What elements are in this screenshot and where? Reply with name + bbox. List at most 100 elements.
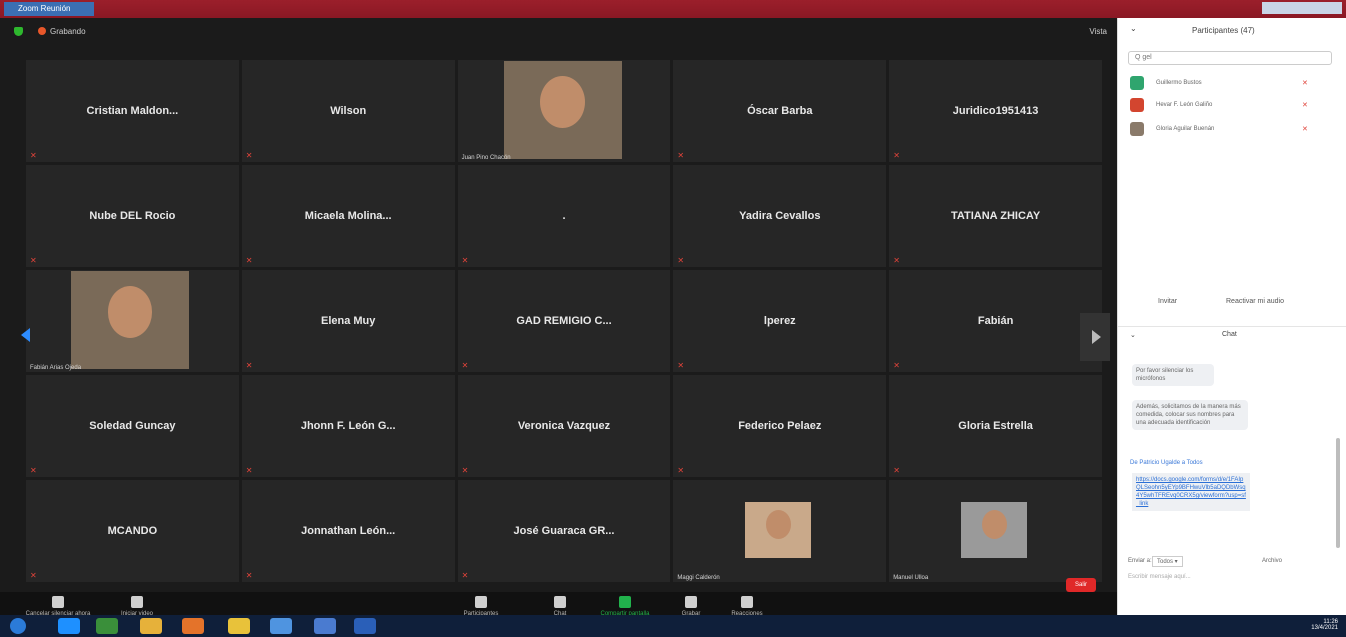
muted-mic-icon: ✕ [677,256,685,265]
participant-tile[interactable]: Jonnathan León... ✕ [241,480,455,582]
participant-tile[interactable]: Veronica Vazquez ✕ [457,375,671,477]
leave-meeting-button[interactable]: Salir [1066,578,1096,592]
mute-button[interactable]: Cancelar silenciar ahora [12,596,104,617]
participant-tile[interactable]: Micaela Molina... ✕ [241,165,455,267]
muted-mic-icon: ✕ [30,571,37,580]
participant-tile[interactable]: . ✕ [457,165,671,267]
participant-row[interactable]: Guillermo Bustos ✕ [1130,76,1330,92]
participant-tile[interactable]: MCANDO ✕ [26,480,239,582]
record-icon [685,596,697,608]
firefox-icon[interactable] [182,618,204,634]
participant-tile[interactable]: Manuel Ulloa [889,480,1102,582]
recording-label: Grabando [50,27,86,36]
window-controls[interactable] [1262,2,1342,14]
file-button[interactable]: Archivo [1262,558,1282,564]
edge-browser-icon[interactable] [58,618,80,634]
prev-page-arrow-icon[interactable] [21,328,30,342]
security-shield-icon[interactable] [14,27,23,36]
record-button[interactable]: Grabar [676,596,706,617]
muted-mic-icon: ✕ [30,256,37,265]
participant-name: Veronica Vazquez [517,420,611,432]
participant-name: Federico Pelaez [738,420,822,432]
muted-mic-icon: ✕ [677,466,685,475]
participant-tile[interactable]: TATIANA ZHICAY ✕ [889,165,1102,267]
participant-tile[interactable]: Maggi Calderón [673,480,887,582]
participant-tile[interactable]: Fabián ✕ [889,270,1102,372]
participant-row[interactable]: Hevar F. León Galiño ✕ [1130,98,1330,114]
share-screen-button[interactable]: Compartir pantalla [590,596,660,617]
participant-name: Jonnathan León... [301,525,396,537]
windows-taskbar: 11:26 13/4/2021 [0,615,1346,637]
muted-mic-icon: ✕ [245,256,253,265]
chrome-icon[interactable] [96,618,118,634]
participants-title: Participantes (47) [1192,26,1255,35]
reactions-button[interactable]: Reacciones [722,596,772,617]
system-tray[interactable]: 11:26 13/4/2021 [1311,619,1338,631]
recipient-select[interactable]: Todos ▾ [1152,556,1183,567]
participant-tile[interactable]: Jhonn F. León G... ✕ [241,375,455,477]
side-panel: ⌄ Participantes (47) Q gel Guillermo Bus… [1117,18,1346,615]
view-button[interactable]: Vista [1089,27,1107,36]
meeting-topbar: Grabando Vista [0,18,1117,46]
media-player-icon[interactable] [228,618,250,634]
chat-scrollbar[interactable] [1336,438,1340,548]
participants-header: ⌄ Participantes (47) [1118,24,1346,40]
participant-tile[interactable]: Fabián Arias Ojeda [26,270,239,372]
invite-button[interactable]: Invitar [1158,298,1177,305]
muted-mic-icon: ✕ [1302,102,1308,109]
participant-tile[interactable]: lperez ✕ [673,270,887,372]
chat-sender[interactable]: De Patricio Ugalde a Todos [1130,460,1203,466]
muted-mic-icon: ✕ [1302,80,1308,87]
participant-tile[interactable]: José Guaraca GR... ✕ [457,480,671,582]
participant-video [745,502,812,558]
participant-tile[interactable]: Cristian Maldon... ✕ [26,60,239,162]
participant-tile[interactable]: Yadira Cevallos ✕ [673,165,887,267]
start-button-icon[interactable] [10,618,26,634]
participant-tile[interactable]: GAD REMIGIO C... ✕ [457,270,671,372]
settings-app-icon[interactable] [314,618,336,634]
muted-mic-icon: ✕ [245,151,253,160]
participant-tile[interactable]: Nube DEL Rocio ✕ [26,165,239,267]
file-explorer-icon[interactable] [140,618,162,634]
unmute-me-button[interactable]: Reactivar mi audio [1226,298,1284,305]
muted-mic-icon: ✕ [245,571,253,580]
muted-mic-icon: ✕ [677,361,685,370]
participant-name: Micaela Molina... [304,210,392,222]
chat-message-input[interactable]: Escribir mensaje aquí... [1128,574,1191,580]
participant-name: Óscar Barba [747,105,813,117]
next-page-arrow-icon[interactable] [1092,330,1101,344]
chevron-down-icon[interactable]: ⌄ [1130,24,1137,33]
reactions-icon [741,596,753,608]
participant-tile[interactable]: Federico Pelaez ✕ [673,375,887,477]
participant-name: Yadira Cevallos [739,210,821,222]
window-titlebar: Zoom Reunión [0,0,1346,18]
participant-tile[interactable]: Wilson ✕ [241,60,455,162]
chat-link[interactable]: https://docs.google.com/forms/d/e/1FAIpQ… [1132,473,1250,511]
chat-message: Además, solicitamos de la manera más com… [1132,400,1248,430]
participant-tile[interactable]: Juridico1951413 ✕ [889,60,1102,162]
participant-tile[interactable]: Juan Pino Chacón [457,60,671,162]
participants-button[interactable]: Participantes [456,596,506,617]
muted-mic-icon: ✕ [893,361,900,370]
participant-tile[interactable]: Elena Muy ✕ [241,270,455,372]
start-video-button[interactable]: Iniciar video [112,596,162,617]
participant-tile[interactable]: Gloria Estrella ✕ [889,375,1102,477]
participant-name: Gloria Estrella [958,420,1033,432]
participant-tile[interactable]: Soledad Guncay ✕ [26,375,239,477]
participant-name: MCANDO [107,525,158,537]
word-app-icon[interactable] [354,618,376,634]
participant-name: Fabián [977,315,1014,327]
zoom-app-icon[interactable] [270,618,292,634]
participant-caption: Juan Pino Chacón [461,155,511,161]
chevron-down-icon[interactable]: ⌄ [1130,331,1136,339]
participant-name: Jhonn F. León G... [300,420,396,432]
participant-tile[interactable]: Óscar Barba ✕ [673,60,887,162]
muted-mic-icon: ✕ [893,466,900,475]
chat-button[interactable]: Chat [545,596,575,617]
share-screen-icon [619,596,631,608]
muted-mic-icon: ✕ [461,571,469,580]
participant-video [503,61,622,159]
chat-message: Por favor silenciar los micrófonos [1132,364,1214,386]
participant-search-input[interactable]: Q gel [1128,51,1332,65]
participant-row[interactable]: Gloria Aguilar Buenán ✕ [1130,122,1330,138]
